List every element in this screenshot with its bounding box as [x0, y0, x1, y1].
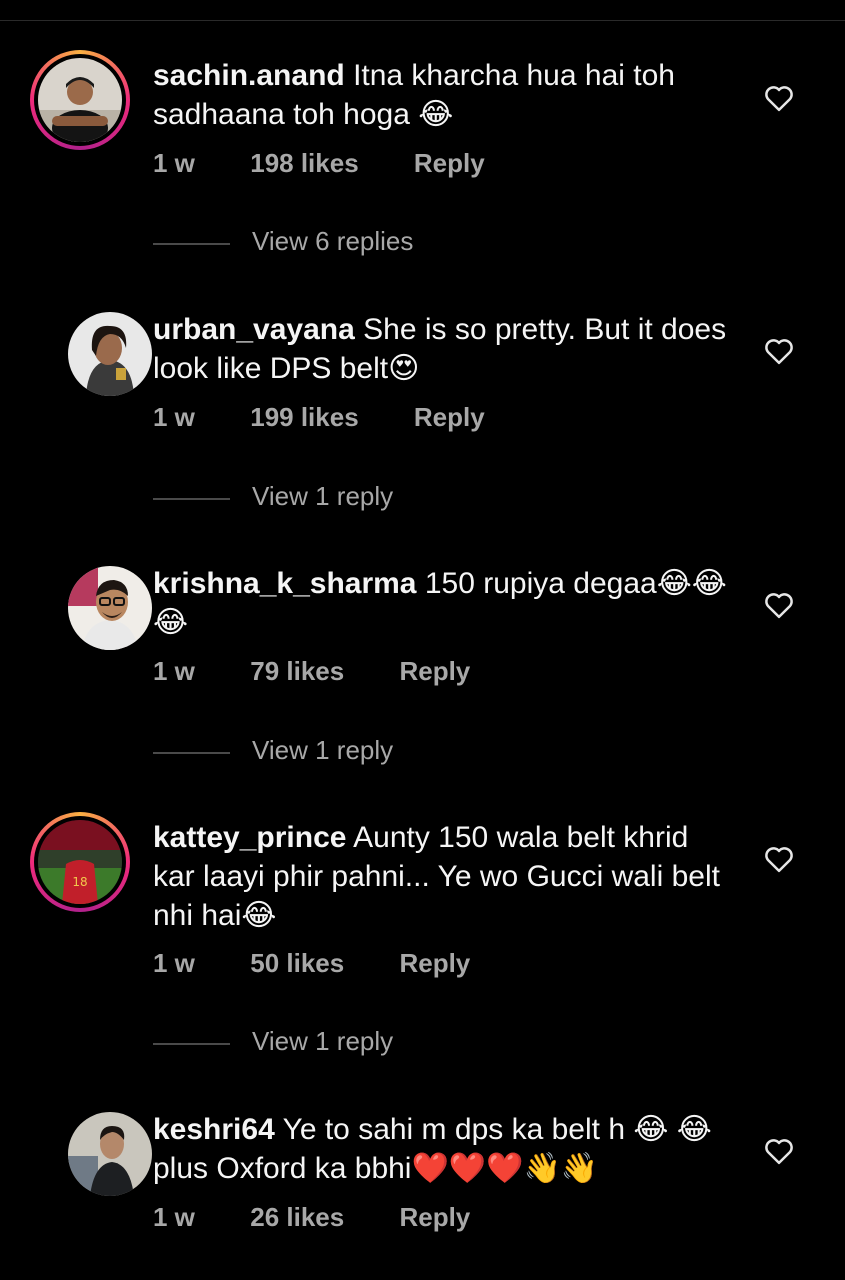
likes-count[interactable]: 79 likes — [250, 656, 344, 687]
likes-count[interactable]: 199 likes — [250, 402, 358, 433]
heart-outline-icon[interactable] — [764, 591, 794, 619]
top-divider — [0, 20, 845, 21]
avatar-image — [38, 58, 122, 142]
likes-count[interactable]: 198 likes — [250, 148, 358, 179]
heart-outline-icon[interactable] — [764, 84, 794, 112]
view-replies-label: View 6 replies — [252, 226, 414, 256]
reply-button[interactable]: Reply — [414, 148, 485, 179]
username[interactable]: krishna_k_sharma — [153, 567, 417, 600]
avatar-image — [68, 312, 152, 396]
comment-time: 1 w — [153, 948, 195, 978]
heart-outline-icon[interactable] — [764, 1137, 794, 1165]
likes-count[interactable]: 26 likes — [250, 1202, 344, 1233]
reply-button[interactable]: Reply — [414, 402, 485, 433]
avatar[interactable] — [30, 1104, 152, 1204]
username[interactable]: urban_vayana — [153, 313, 355, 346]
heart-outline-icon[interactable] — [764, 337, 794, 365]
view-replies-label: View 1 reply — [252, 1026, 394, 1056]
username[interactable]: kattey_prince — [153, 821, 346, 854]
view-replies-label: View 1 reply — [252, 735, 394, 765]
avatar-image: 18 — [38, 820, 122, 904]
avatar-image — [68, 1112, 152, 1196]
heart-outline-icon[interactable] — [764, 845, 794, 873]
comment-time: 1 w — [153, 402, 195, 432]
username[interactable]: sachin.anand — [153, 59, 345, 92]
replies-divider — [153, 752, 230, 754]
reply-button[interactable]: Reply — [399, 948, 470, 979]
replies-divider — [153, 243, 230, 245]
likes-count[interactable]: 50 likes — [250, 948, 344, 979]
avatar-image — [68, 566, 152, 650]
comment-time: 1 w — [153, 148, 195, 178]
replies-divider — [153, 1043, 230, 1045]
username[interactable]: keshri64 — [153, 1113, 275, 1146]
view-replies-label: View 1 reply — [252, 481, 394, 511]
reply-button[interactable]: Reply — [399, 1202, 470, 1233]
svg-text:18: 18 — [72, 875, 87, 889]
avatar[interactable]: 18 — [30, 812, 130, 912]
comment-time: 1 w — [153, 656, 195, 686]
reply-button[interactable]: Reply — [399, 656, 470, 687]
avatar[interactable] — [30, 50, 130, 150]
avatar[interactable] — [30, 558, 152, 658]
comment-time: 1 w — [153, 1202, 195, 1232]
replies-divider — [153, 498, 230, 500]
avatar[interactable] — [30, 304, 152, 404]
